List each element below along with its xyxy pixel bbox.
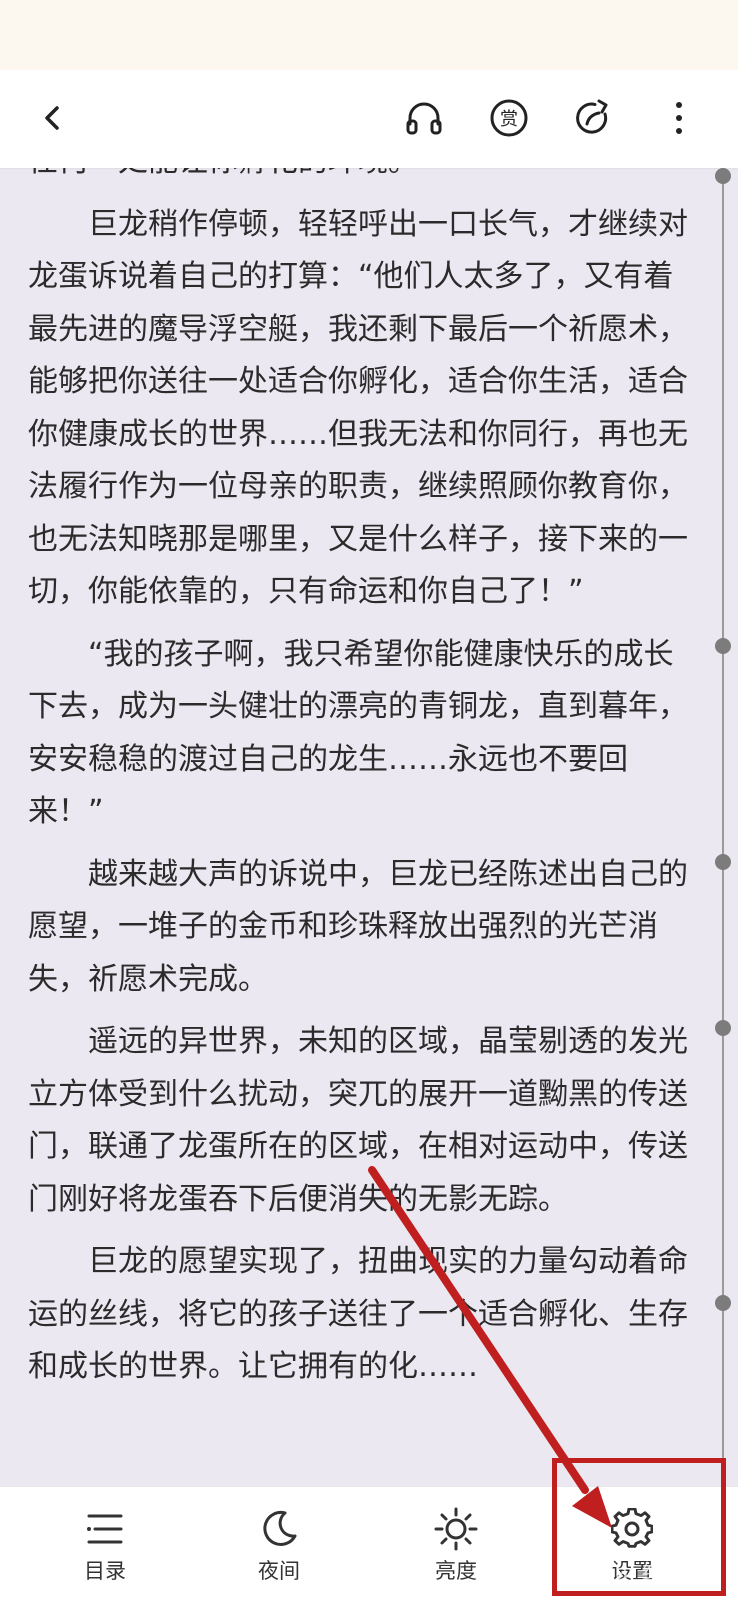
- paragraph: “我的孩子啊，我只希望你能健康快乐的成长下去，成为一头健壮的漂亮的青铜龙，直到暮…: [28, 636, 688, 830]
- share-button[interactable]: [567, 92, 619, 144]
- toc-button[interactable]: 目录: [30, 1487, 180, 1600]
- sun-icon: [434, 1507, 478, 1551]
- paragraph: 遥远的异世界，未知的区域，晶莹剔透的发光立方体受到什么扰动，突兀的展开一道黝黑的…: [28, 1024, 688, 1217]
- reading-area[interactable]: 任何一处能让你孵化的环境。” 巨龙稍作停顿，轻轻呼出一口长气，才继续对龙蛋诉说着…: [0, 168, 738, 1486]
- reward-button[interactable]: 赏: [483, 92, 535, 144]
- toc-label: 目录: [84, 1559, 126, 1583]
- chevron-left-icon: [45, 106, 59, 130]
- night-mode-button[interactable]: 夜间: [204, 1487, 354, 1600]
- moon-icon: [263, 1510, 297, 1546]
- reward-badge-icon: 赏: [490, 99, 528, 137]
- more-vertical-icon: [676, 102, 682, 134]
- back-button[interactable]: [26, 92, 78, 144]
- scroll-marker[interactable]: [715, 1020, 731, 1036]
- watermark: Bai 经验: [600, 1561, 686, 1586]
- status-bar: [0, 0, 738, 70]
- more-button[interactable]: [653, 92, 705, 144]
- brightness-label: 亮度: [435, 1559, 477, 1583]
- paragraph: 巨龙的愿望实现了，扭曲现实的力量勾动着命运的丝线，将它的孩子送往了一个适合孵化、…: [28, 1244, 688, 1384]
- paragraph: 越来越大声的诉说中，巨龙已经陈述出自己的愿望，一堆子的金币和珍珠释放出强烈的光芒…: [28, 856, 688, 997]
- paragraph: 任何一处能让你孵化的环境。”: [28, 168, 700, 189]
- night-mode-label: 夜间: [258, 1559, 300, 1583]
- scroll-marker[interactable]: [715, 854, 731, 870]
- headphones-icon: [406, 102, 442, 135]
- scroll-marker[interactable]: [715, 1295, 731, 1311]
- gear-icon: [611, 1508, 653, 1548]
- chapter-text: 任何一处能让你孵化的环境。” 巨龙稍作停顿，轻轻呼出一口长气，才继续对龙蛋诉说着…: [28, 168, 700, 1404]
- share-forward-icon: [576, 99, 608, 134]
- paragraph: 巨龙稍作停顿，轻轻呼出一口长气，才继续对龙蛋诉说着自己的打算：“他们人太多了，又…: [28, 206, 688, 610]
- reader-top-bar: 赏: [0, 70, 738, 168]
- table-of-contents-icon: [87, 1514, 123, 1544]
- listen-button[interactable]: [398, 92, 450, 144]
- scroll-marker[interactable]: [715, 168, 731, 184]
- brightness-button[interactable]: 亮度: [381, 1487, 531, 1600]
- scroll-track[interactable]: [722, 176, 724, 1476]
- svg-text:赏: 赏: [500, 109, 518, 130]
- scroll-marker[interactable]: [715, 638, 731, 654]
